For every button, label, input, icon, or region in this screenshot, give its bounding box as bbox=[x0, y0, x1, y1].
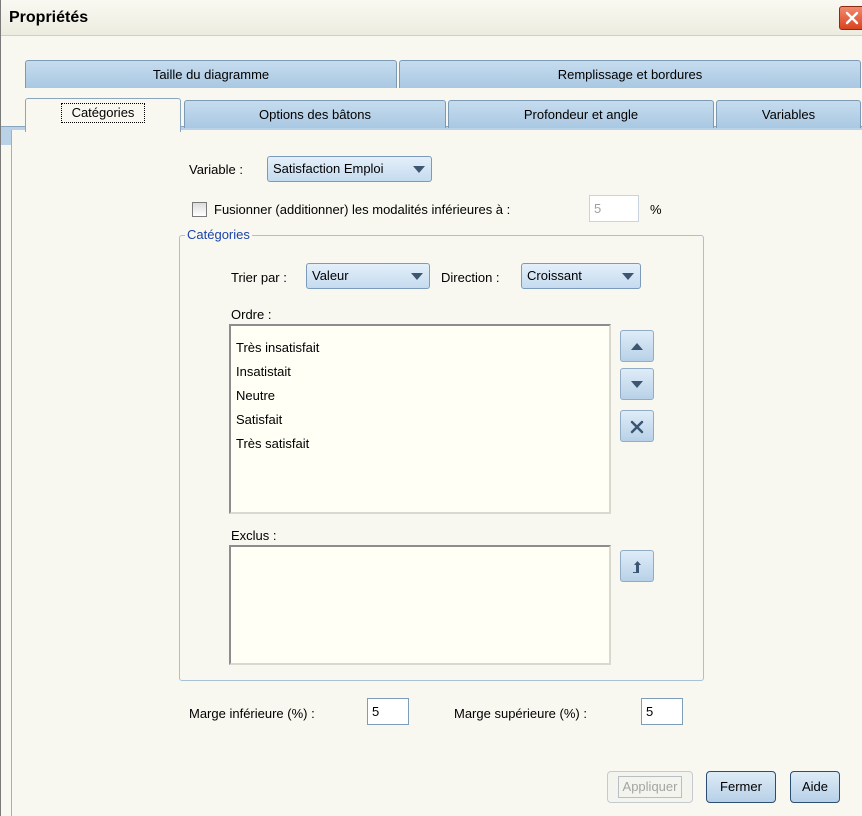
upper-margin-label: Marge supérieure (%) : bbox=[454, 706, 587, 721]
direction-dropdown[interactable]: Croissant bbox=[521, 263, 641, 289]
tab-label: Variables bbox=[761, 107, 816, 122]
triangle-up-icon bbox=[631, 343, 643, 350]
lower-margin-value: 5 bbox=[372, 704, 380, 719]
tab-bar-options[interactable]: Options des bâtons bbox=[184, 100, 446, 128]
categories-group-title: Catégories bbox=[185, 227, 252, 242]
properties-dialog: Propriétés Taille du diagramme Remplissa… bbox=[0, 0, 862, 816]
close-window-button[interactable] bbox=[839, 6, 862, 30]
close-icon bbox=[845, 11, 859, 25]
variable-label: Variable : bbox=[189, 162, 243, 177]
tab-label: Catégories bbox=[60, 103, 146, 123]
x-icon bbox=[630, 420, 644, 434]
tab-depth-angle[interactable]: Profondeur et angle bbox=[448, 100, 714, 128]
sort-by-dropdown[interactable]: Valeur bbox=[306, 263, 430, 289]
list-item[interactable]: Insatistait bbox=[231, 360, 609, 384]
move-up-button[interactable] bbox=[620, 330, 654, 362]
merge-label: Fusionner (additionner) les modalités in… bbox=[214, 202, 511, 217]
tab-label: Options des bâtons bbox=[258, 107, 372, 122]
upper-margin-input[interactable]: 5 bbox=[641, 698, 683, 725]
sort-by-label: Trier par : bbox=[231, 270, 287, 285]
list-item[interactable]: Très insatisfait bbox=[231, 336, 609, 360]
tab-categories[interactable]: Catégories bbox=[25, 98, 181, 132]
restore-arrow-icon bbox=[633, 561, 641, 573]
close-button[interactable]: Fermer bbox=[706, 771, 776, 803]
tab-label: Taille du diagramme bbox=[152, 67, 270, 82]
close-label: Fermer bbox=[720, 779, 762, 794]
help-label: Aide bbox=[801, 779, 829, 794]
upper-margin-value: 5 bbox=[646, 704, 654, 719]
restore-category-button[interactable] bbox=[620, 550, 654, 582]
sort-by-value: Valeur bbox=[312, 268, 349, 283]
apply-label: Appliquer bbox=[617, 776, 683, 798]
move-down-button[interactable] bbox=[620, 368, 654, 400]
window-title: Propriétés bbox=[9, 9, 89, 26]
list-item[interactable]: Neutre bbox=[231, 384, 609, 408]
order-listbox[interactable]: Très insatisfait Insatistait Neutre Sati… bbox=[229, 324, 611, 514]
lower-margin-input[interactable]: 5 bbox=[367, 698, 409, 725]
variable-dropdown[interactable]: Satisfaction Emploi bbox=[267, 156, 432, 182]
apply-button[interactable]: Appliquer bbox=[607, 771, 693, 803]
help-button[interactable]: Aide bbox=[790, 771, 840, 803]
excluded-listbox[interactable] bbox=[229, 545, 611, 665]
percent-unit-label: % bbox=[650, 202, 662, 217]
chevron-down-icon bbox=[413, 166, 425, 173]
remove-category-button[interactable] bbox=[620, 410, 654, 442]
chevron-down-icon bbox=[622, 273, 634, 280]
tab-variables[interactable]: Variables bbox=[716, 100, 861, 128]
merge-threshold-input[interactable]: 5 bbox=[589, 195, 639, 222]
tab-label: Remplissage et bordures bbox=[557, 67, 703, 82]
list-item[interactable]: Très satisfait bbox=[231, 432, 609, 456]
list-item[interactable]: Satisfait bbox=[231, 408, 609, 432]
direction-label: Direction : bbox=[441, 270, 500, 285]
title-bar: Propriétés bbox=[1, 0, 862, 36]
chevron-down-icon bbox=[411, 273, 423, 280]
tab-fill-borders[interactable]: Remplissage et bordures bbox=[399, 60, 861, 88]
direction-value: Croissant bbox=[527, 268, 582, 283]
tab-label: Profondeur et angle bbox=[523, 107, 639, 122]
lower-margin-label: Marge inférieure (%) : bbox=[189, 706, 315, 721]
merge-threshold-value: 5 bbox=[594, 201, 602, 216]
merge-checkbox[interactable] bbox=[192, 202, 207, 217]
order-label: Ordre : bbox=[231, 307, 272, 322]
excluded-label: Exclus : bbox=[231, 528, 277, 543]
tab-chart-size[interactable]: Taille du diagramme bbox=[25, 60, 397, 88]
triangle-down-icon bbox=[631, 381, 643, 388]
variable-value: Satisfaction Emploi bbox=[273, 161, 384, 176]
